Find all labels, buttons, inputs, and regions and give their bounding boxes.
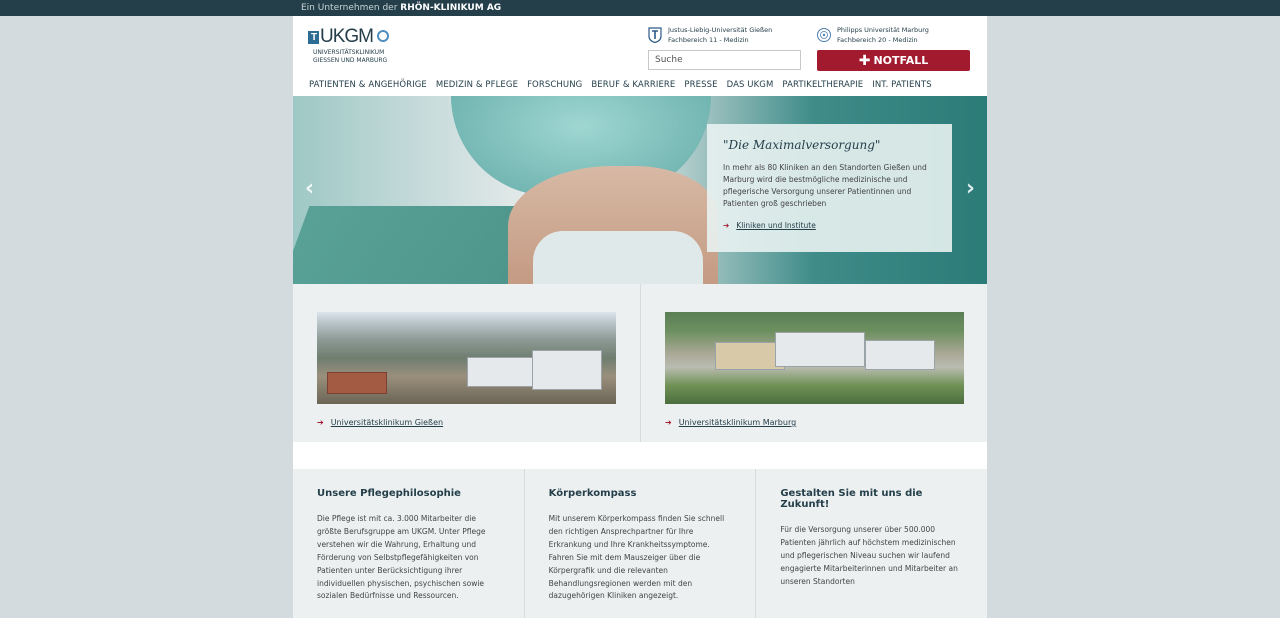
clinic-giessen: ➔ Universitätsklinikum Gießen: [293, 284, 640, 442]
header: T UKGM UNIVERSITÄTSKLINIKUM GIESSEN UND M…: [293, 16, 987, 96]
jlu-crest-icon: [648, 27, 662, 43]
prev-slide-icon[interactable]: ‹: [305, 176, 314, 201]
hero-slider: ‹ › "Die Maximalversorgung" In mehr als …: [293, 96, 987, 284]
column-title[interactable]: Gestalten Sie mit uns die Zukunft!: [780, 488, 963, 510]
arrow-right-icon: ➔: [665, 418, 672, 427]
info-column: Körperkompass Mit unserem Körperkompass …: [523, 469, 756, 618]
university-giessen-link[interactable]: Justus-Liebig-Universität Gießen Fachber…: [648, 25, 773, 45]
logo-word: UKGM: [320, 26, 374, 47]
column-text: Mit unserem Körperkompass finden Sie sch…: [548, 514, 725, 601]
nav-item-das-ukgm[interactable]: DAS UKGM: [727, 80, 774, 90]
marburg-link[interactable]: ➔ Universitätsklinikum Marburg: [665, 418, 963, 427]
hero-image-mask: [533, 231, 703, 284]
hero-link-label: Kliniken und Institute: [736, 221, 816, 230]
nav-item-presse[interactable]: PRESSE: [684, 80, 717, 90]
nav-item-int-patients[interactable]: INT. PATIENTS: [872, 80, 932, 90]
logo-emblem-icon: [377, 30, 389, 42]
university-name: Justus-Liebig-Universität Gießen: [668, 26, 773, 34]
nav-item-patienten[interactable]: PATIENTEN & ANGEHÖRIGE: [309, 80, 427, 90]
column-title[interactable]: Körperkompass: [549, 488, 732, 499]
notfall-label: NOTFALL: [873, 54, 929, 67]
ukgm-logo[interactable]: T UKGM UNIVERSITÄTSKLINIKUM GIESSEN UND M…: [308, 26, 398, 66]
topbar-prefix: Ein Unternehmen der: [301, 3, 398, 13]
university-dept: Fachbereich 11 - Medizin: [668, 36, 749, 44]
cross-icon: ✚: [858, 53, 871, 69]
giessen-link-label: Universitätsklinikum Gießen: [330, 418, 444, 427]
top-bar: Ein Unternehmen der RHÖN-KLINIKUM AG: [0, 0, 1280, 16]
nav-item-forschung[interactable]: FORSCHUNG: [527, 80, 582, 90]
giessen-link[interactable]: ➔ Universitätsklinikum Gießen: [317, 418, 616, 427]
clinic-marburg: ➔ Universitätsklinikum Marburg: [640, 284, 987, 442]
hero-caption: "Die Maximalversorgung" In mehr als 80 K…: [707, 124, 952, 252]
column-title[interactable]: Unsere Pflegephilosophie: [317, 488, 500, 499]
university-name: Philipps Universität Marburg: [837, 26, 929, 34]
marburg-link-label: Universitätsklinikum Marburg: [678, 418, 797, 427]
info-column: Unsere Pflegephilosophie Die Pflege ist …: [293, 469, 524, 618]
arrow-right-icon: ➔: [317, 418, 324, 427]
arrow-right-icon: ➔: [723, 221, 730, 230]
marburg-seal-icon: [817, 28, 831, 42]
nav-item-beruf[interactable]: BERUF & KARRIERE: [591, 80, 675, 90]
hero-text: In mehr als 80 Kliniken an den Standorte…: [723, 163, 927, 208]
main-nav: PATIENTEN & ANGEHÖRIGE MEDIZIN & PFLEGE …: [309, 80, 941, 90]
nav-item-medizin[interactable]: MEDIZIN & PFLEGE: [436, 80, 518, 90]
giessen-photo[interactable]: [317, 312, 616, 404]
logo-t-mark: T: [308, 31, 319, 44]
info-column: Gestalten Sie mit uns die Zukunft! Für d…: [755, 469, 987, 618]
clinic-locations: ➔ Universitätsklinikum Gießen ➔ Universitä…: [293, 284, 987, 442]
notfall-button[interactable]: ✚ NOTFALL: [817, 50, 970, 71]
hero-title: "Die Maximalversorgung": [723, 138, 881, 152]
column-text: Für die Versorgung unserer über 500.000 …: [780, 525, 958, 586]
search-input[interactable]: Suche: [648, 50, 801, 70]
logo-sub-line-1: UNIVERSITÄTSKLINIKUM: [313, 49, 385, 56]
next-slide-icon[interactable]: ›: [966, 176, 975, 201]
university-dept: Fachbereich 20 - Medizin: [837, 36, 918, 44]
logo-sub-line-2: GIESSEN UND MARBURG: [313, 57, 388, 64]
column-text: Die Pflege ist mit ca. 3.000 Mitarbeiter…: [317, 514, 486, 601]
university-marburg-link[interactable]: Philipps Universität Marburg Fachbereich…: [817, 25, 929, 45]
info-columns: Unsere Pflegephilosophie Die Pflege ist …: [293, 469, 987, 618]
nav-item-partikeltherapie[interactable]: PARTIKELTHERAPIE: [782, 80, 863, 90]
topbar-brand[interactable]: RHÖN-KLINIKUM AG: [400, 3, 501, 13]
hero-link[interactable]: ➔ Kliniken und Institute: [723, 221, 936, 230]
page: T UKGM UNIVERSITÄTSKLINIKUM GIESSEN UND M…: [293, 16, 987, 618]
marburg-photo[interactable]: [665, 312, 964, 404]
